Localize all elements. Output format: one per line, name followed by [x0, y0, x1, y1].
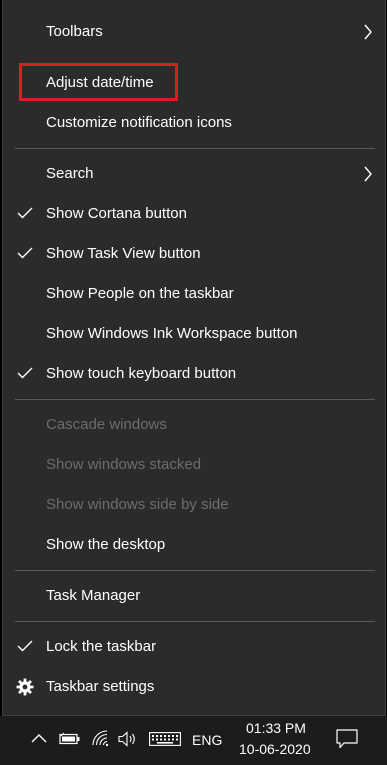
menu-item-label: Show the desktop: [46, 536, 166, 554]
menu-item-label: Search: [46, 165, 94, 183]
wifi-icon: [92, 730, 109, 747]
menu-separator: [15, 148, 375, 149]
action-center-button[interactable]: [336, 729, 358, 749]
clock-time: 01:33 PM: [246, 720, 306, 736]
menu-item-show-windows-stacked: Show windows stacked: [3, 445, 385, 485]
menu-item-cascade-windows: Cascade windows: [3, 405, 385, 445]
menu-item-task-manager[interactable]: Task Manager: [3, 576, 385, 616]
menu-item-show-task-view-button[interactable]: Show Task View button: [3, 234, 385, 274]
menu-separator: [15, 621, 375, 622]
checkmark-icon: [17, 207, 33, 219]
menu-item-label: Lock the taskbar: [46, 638, 157, 656]
menu-item-show-ink-workspace[interactable]: Show Windows Ink Workspace button: [3, 314, 385, 354]
clock-date: 10-06-2020: [239, 741, 311, 757]
menu-item-label: Show windows stacked: [46, 456, 202, 474]
network-button[interactable]: [91, 730, 111, 748]
checkmark-icon: [17, 640, 33, 652]
checkmark-icon: [17, 247, 33, 259]
menu-item-label: Toolbars: [46, 23, 103, 41]
volume-icon: [118, 731, 135, 747]
menu-item-label: Taskbar settings: [46, 678, 155, 696]
menu-item-show-people[interactable]: Show People on the taskbar: [3, 274, 385, 314]
taskbar: ENG 01:33 PM 10-06-2020: [0, 716, 387, 765]
notification-icon: [336, 729, 358, 749]
touch-keyboard-button[interactable]: [149, 732, 181, 746]
menu-item-label: Task Manager: [46, 587, 141, 605]
menu-item-show-cortana-button[interactable]: Show Cortana button: [3, 194, 385, 234]
menu-item-toolbars[interactable]: Toolbars: [3, 12, 385, 52]
battery-icon: [59, 732, 80, 745]
chevron-up-icon: [31, 734, 47, 743]
checkmark-icon: [17, 367, 33, 379]
menu-item-label: Show People on the taskbar: [46, 285, 234, 303]
menu-item-label: Customize notification icons: [46, 114, 232, 132]
battery-button[interactable]: [59, 732, 81, 746]
menu-item-label: Show Cortana button: [46, 205, 187, 223]
menu-item-show-windows-side-by-side: Show windows side by side: [3, 485, 385, 525]
highlight-annotation: [19, 63, 178, 101]
input-language-indicator[interactable]: ENG: [192, 732, 222, 748]
show-hidden-icons-button[interactable]: [31, 733, 47, 743]
volume-button[interactable]: [118, 731, 138, 747]
menu-item-show-desktop[interactable]: Show the desktop: [3, 525, 385, 565]
menu-item-lock-taskbar[interactable]: Lock the taskbar: [3, 627, 385, 667]
keyboard-icon: [149, 732, 181, 746]
gear-icon: [16, 678, 34, 696]
menu-item-search[interactable]: Search: [3, 154, 385, 194]
menu-item-label: Show windows side by side: [46, 496, 229, 514]
clock-button[interactable]: 01:33 PM 10-06-2020: [236, 720, 316, 762]
chevron-right-icon: [364, 24, 372, 40]
menu-item-label: Cascade windows: [46, 416, 167, 434]
menu-item-label: Show touch keyboard button: [46, 365, 237, 383]
taskbar-context-menu: Toolbars Adjust date/time Customize noti…: [2, 0, 386, 716]
menu-separator: [15, 570, 375, 571]
menu-item-customize-notification-icons[interactable]: Customize notification icons: [3, 103, 385, 143]
menu-item-label: Show Windows Ink Workspace button: [46, 325, 298, 343]
menu-item-label: Show Task View button: [46, 245, 201, 263]
menu-item-taskbar-settings[interactable]: Taskbar settings: [3, 667, 385, 707]
chevron-right-icon: [364, 166, 372, 182]
menu-item-show-touch-keyboard[interactable]: Show touch keyboard button: [3, 354, 385, 394]
menu-separator: [15, 399, 375, 400]
